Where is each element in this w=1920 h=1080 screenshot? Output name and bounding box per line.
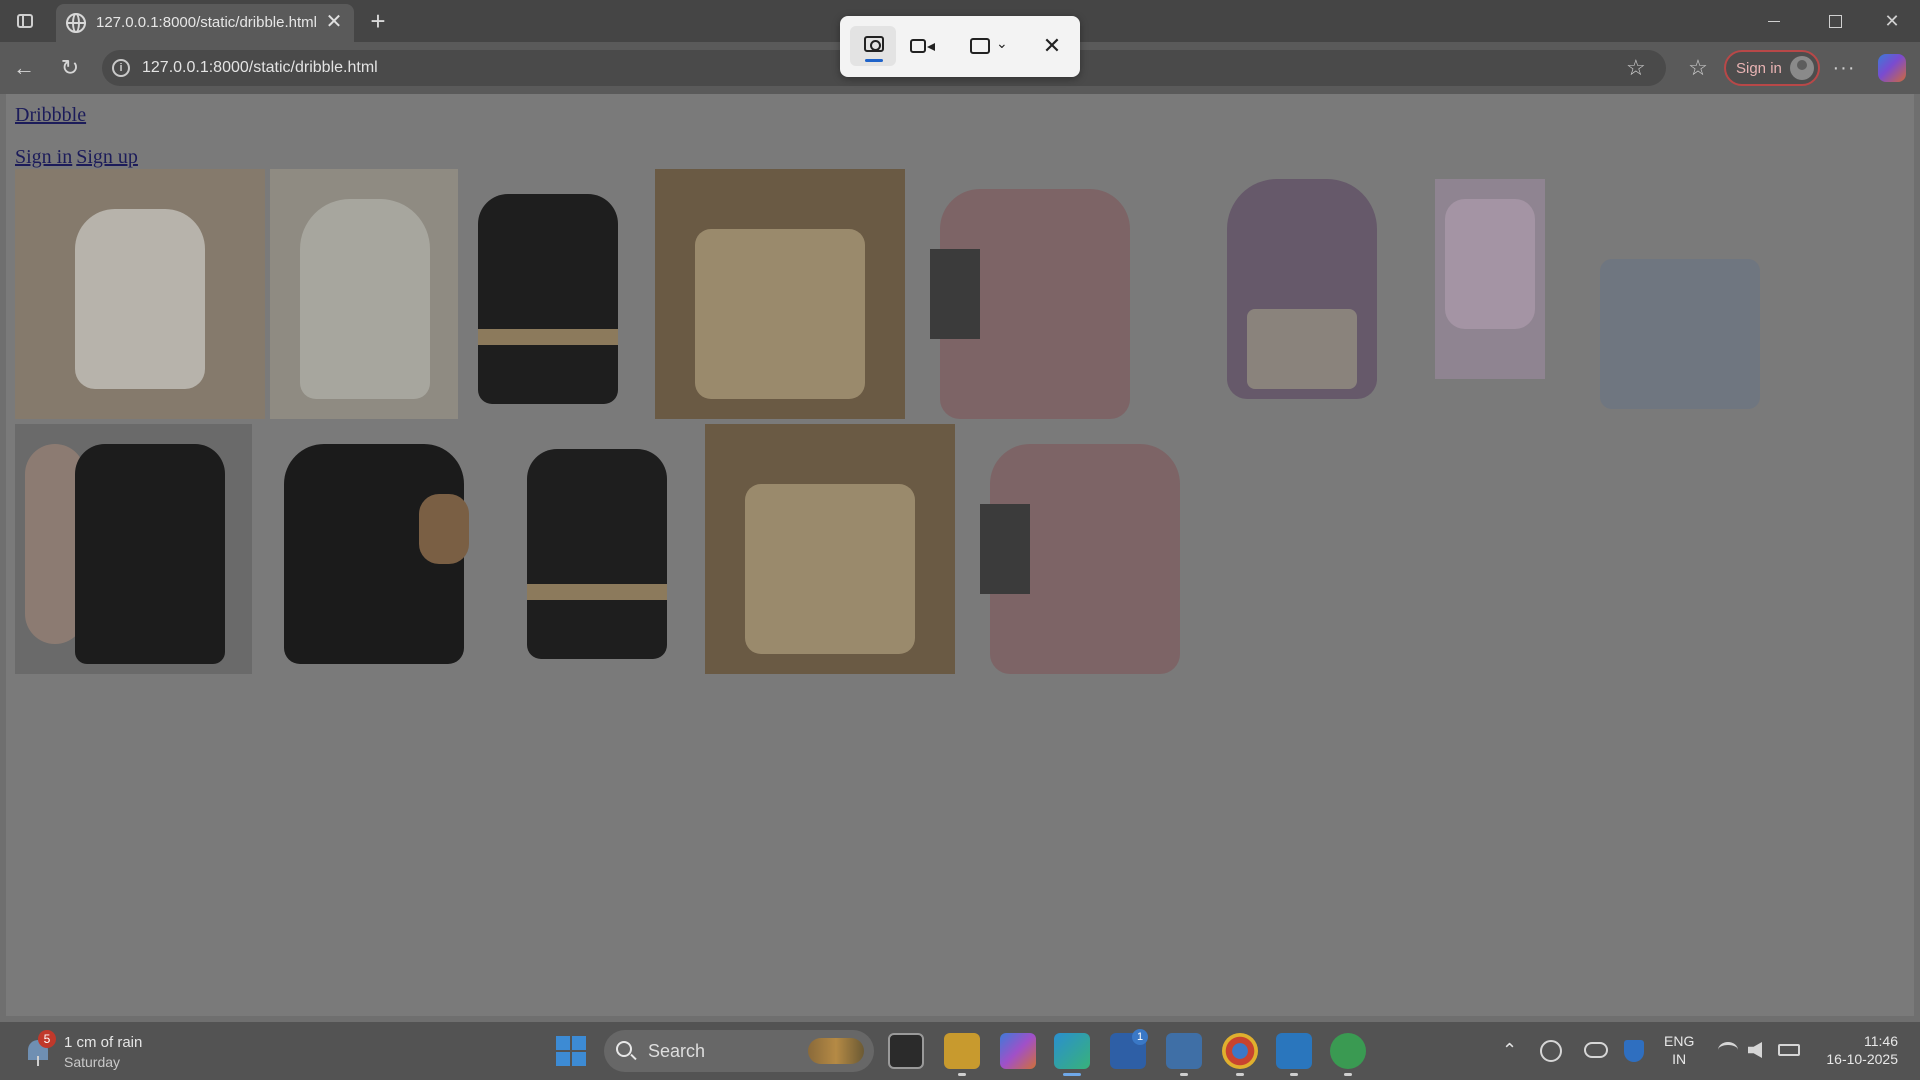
copilot-app-icon[interactable] <box>1000 1033 1036 1069</box>
bag-shape <box>695 229 865 399</box>
window-close-button[interactable]: ✕ <box>1872 8 1912 34</box>
browser-tab[interactable]: 127.0.0.1:8000/static/dribble.html ✕ <box>56 4 354 42</box>
bag-shape <box>527 449 667 659</box>
wifi-icon[interactable] <box>1718 1042 1738 1058</box>
show-hidden-icons-button[interactable]: ⌃ <box>1502 1040 1517 1080</box>
image-pink-backpack-scarf[interactable] <box>910 169 1168 419</box>
store-app-icon[interactable]: 1 <box>1110 1029 1148 1069</box>
signin-label: Sign in <box>1736 60 1782 77</box>
store-badge: 1 <box>1132 1029 1148 1045</box>
globe-icon <box>66 13 86 33</box>
bag-shape <box>745 484 915 654</box>
back-button[interactable]: ← <box>10 54 38 82</box>
taskbar: 5 1 cm of rain Saturday Search 1 ⌃ ENG I… <box>0 1022 1920 1080</box>
weather-day: Saturday <box>64 1054 121 1070</box>
page-content: Dribbble Sign in Sign up <box>6 94 1914 1016</box>
favorite-star-icon[interactable]: ☆ <box>1626 55 1646 81</box>
image-cream-blue-backpack[interactable] <box>270 169 458 419</box>
image-woman-black-backpack[interactable] <box>15 424 252 674</box>
chevron-down-icon: ⌄ <box>996 35 1008 51</box>
weather-condition: 1 cm of rain <box>64 1034 143 1051</box>
snip-shape-dropdown[interactable]: ⌄ <box>960 26 1016 66</box>
vscode-app-icon[interactable] <box>1276 1033 1312 1076</box>
bag-stripe <box>527 584 667 600</box>
weather-widget[interactable]: 5 1 cm of rain Saturday <box>22 1030 222 1072</box>
video-camera-icon <box>910 39 935 53</box>
sync-icon[interactable] <box>1540 1040 1562 1062</box>
refresh-button[interactable]: ↻ <box>56 54 84 82</box>
taskbar-search[interactable]: Search <box>604 1030 874 1072</box>
notepad-app-icon[interactable] <box>1166 1033 1202 1076</box>
chrome-app-icon[interactable] <box>1222 1033 1258 1076</box>
image-blue-handbag[interactable] <box>1580 209 1780 419</box>
url-text[interactable]: 127.0.0.1:8000/static/dribble.html <box>142 59 378 77</box>
minimize-button[interactable] <box>1754 8 1794 34</box>
image-beige-tote-bear-2[interactable] <box>705 424 955 674</box>
bag-shape <box>1600 259 1760 409</box>
search-highlight-image <box>808 1038 864 1064</box>
bag-stripe <box>478 329 618 345</box>
image-purple-backpack[interactable] <box>1202 169 1402 419</box>
bag-shape <box>75 209 205 389</box>
clock-date: 16-10-2025 <box>1826 1051 1898 1067</box>
tab-actions-button[interactable] <box>12 9 38 33</box>
image-white-mini-backpack[interactable] <box>15 169 265 419</box>
image-black-beige-backpack[interactable] <box>463 169 653 419</box>
image-black-bow-backpack-bear[interactable] <box>274 424 496 674</box>
snipping-toolbar: ⌄ ✕ <box>840 16 1080 77</box>
onedrive-icon[interactable] <box>1584 1042 1608 1058</box>
bag-shape <box>300 199 430 399</box>
site-info-icon[interactable]: i <box>112 59 130 77</box>
lang-code: ENG <box>1664 1033 1695 1049</box>
maximize-button[interactable] <box>1814 8 1854 34</box>
weather-badge: 5 <box>38 1030 56 1048</box>
dribbble-link[interactable]: Dribbble <box>15 104 86 127</box>
language-indicator[interactable]: ENG IN <box>1664 1032 1694 1068</box>
rectangle-snip-icon <box>970 38 990 54</box>
whatsapp-app-icon[interactable] <box>1330 1033 1366 1076</box>
avatar <box>1790 56 1814 80</box>
image-beige-tote-bear[interactable] <box>655 169 905 419</box>
bag-pocket <box>1247 309 1357 389</box>
copilot-icon[interactable] <box>1878 54 1906 82</box>
system-clock[interactable]: 11:46 16-10-2025 <box>1814 1032 1898 1068</box>
new-tab-button[interactable]: + <box>364 7 392 35</box>
start-button[interactable] <box>556 1036 586 1066</box>
camera-icon <box>864 36 884 52</box>
bag-shape <box>1445 199 1535 329</box>
auth-links: Sign in Sign up <box>15 146 142 169</box>
bag-shape <box>478 194 618 404</box>
battery-icon[interactable] <box>1778 1044 1800 1056</box>
more-options-button[interactable]: ··· <box>1830 54 1858 82</box>
screenshot-mode-button[interactable] <box>850 26 896 66</box>
search-icon <box>616 1041 632 1057</box>
edge-browser-icon[interactable] <box>1054 1033 1090 1076</box>
lang-region: IN <box>1672 1051 1687 1067</box>
bear-shape <box>419 494 469 564</box>
tab-title: 127.0.0.1:8000/static/dribble.html <box>96 14 317 31</box>
snip-close-button[interactable]: ✕ <box>1034 26 1070 66</box>
favorites-button[interactable]: ☆ <box>1684 54 1712 82</box>
terminal-app-icon[interactable] <box>888 1033 924 1069</box>
image-pink-backpack-scarf-2[interactable] <box>960 424 1218 674</box>
image-black-beige-backpack-2[interactable] <box>512 424 702 674</box>
record-mode-button[interactable] <box>900 26 946 66</box>
security-shield-icon[interactable] <box>1624 1040 1644 1062</box>
image-pink-floral-backpack[interactable] <box>1435 179 1545 379</box>
search-label: Search <box>648 1041 706 1061</box>
signup-link[interactable]: Sign up <box>76 146 138 168</box>
tab-actions-icon <box>17 14 33 28</box>
scarf-shape <box>930 249 980 339</box>
tab-close-button[interactable]: ✕ <box>322 10 346 34</box>
windows-logo-icon <box>556 1036 570 1050</box>
scarf-shape <box>980 504 1030 594</box>
active-indicator <box>865 59 883 62</box>
profile-signin-button[interactable]: Sign in <box>1724 50 1820 86</box>
signin-link[interactable]: Sign in <box>15 146 72 168</box>
bag-shape <box>75 444 225 664</box>
file-explorer-icon[interactable] <box>944 1033 980 1076</box>
volume-icon[interactable] <box>1748 1042 1762 1058</box>
clock-time: 11:46 <box>1864 1033 1898 1049</box>
